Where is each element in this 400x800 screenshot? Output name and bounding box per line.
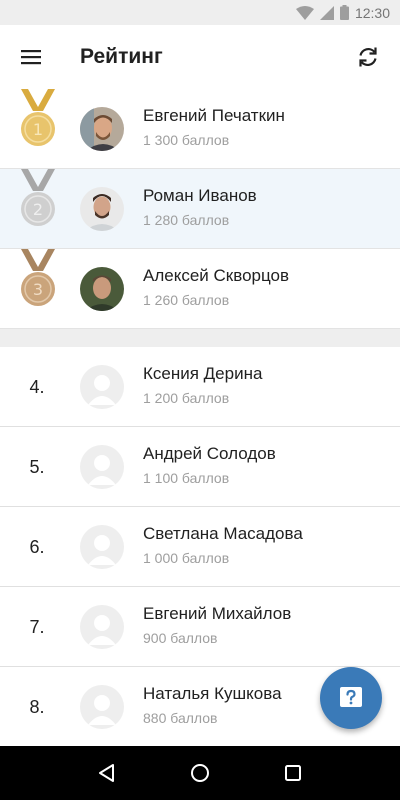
user-name: Андрей Солодов — [143, 444, 276, 463]
svg-text:3: 3 — [33, 280, 43, 299]
home-circle-icon — [190, 764, 209, 782]
user-name: Евгений Михайлов — [143, 604, 292, 623]
cell-signal-icon — [319, 5, 334, 20]
avatar-placeholder — [80, 525, 124, 569]
back-button[interactable] — [83, 749, 131, 797]
wifi-icon — [295, 5, 314, 20]
gold-medal-icon: 1 — [21, 89, 55, 146]
user-score: 1 100 баллов — [143, 470, 230, 486]
bronze-medal-icon: 3 — [21, 249, 55, 306]
help-icon — [340, 687, 362, 707]
status-bar: 12:30 — [0, 0, 400, 25]
user-score: 1 000 баллов — [143, 550, 230, 566]
user-score: 1 280 баллов — [143, 212, 230, 228]
user-name: Светлана Масадова — [143, 524, 303, 543]
page-title: Рейтинг — [80, 45, 163, 68]
recents-button[interactable] — [269, 749, 317, 797]
rank-number: 4. — [29, 376, 45, 397]
user-name: Евгений Печаткин — [143, 106, 285, 125]
rating-list: 1 Евгений Печаткин 1 300 баллов 2 Роман … — [0, 89, 400, 747]
rank-number: 8. — [29, 696, 45, 717]
status-time: 12:30 — [354, 4, 390, 21]
list-item[interactable]: 3 Алексей Скворцов 1 260 баллов — [0, 249, 400, 329]
user-score: 1 200 баллов — [143, 390, 230, 406]
section-divider — [0, 329, 400, 347]
home-button[interactable] — [176, 749, 224, 797]
back-triangle-icon — [98, 764, 114, 782]
list-item[interactable]: 1 Евгений Печаткин 1 300 баллов — [0, 89, 400, 169]
rank-number: 5. — [29, 456, 45, 477]
user-name: Ксения Дерина — [143, 364, 263, 383]
avatar-placeholder — [80, 445, 124, 489]
user-name: Наталья Кушкова — [143, 684, 282, 703]
avatar — [80, 187, 124, 231]
list-item[interactable]: 6. Светлана Масадова 1 000 баллов — [0, 507, 400, 587]
rank-number: 7. — [29, 616, 45, 637]
list-item[interactable]: 2 Роман Иванов 1 280 баллов — [0, 169, 400, 249]
recents-square-icon — [285, 765, 302, 781]
avatar-placeholder — [80, 685, 124, 729]
help-fab-button[interactable] — [320, 667, 382, 729]
refresh-icon — [359, 47, 377, 67]
user-score: 900 баллов — [143, 630, 218, 646]
menu-button[interactable] — [7, 33, 55, 81]
user-score: 880 баллов — [143, 710, 218, 726]
app-bar: Рейтинг — [0, 25, 400, 89]
system-nav-bar — [0, 746, 400, 800]
user-name: Алексей Скворцов — [143, 266, 290, 285]
avatar-placeholder — [80, 365, 124, 409]
refresh-button[interactable] — [344, 33, 392, 81]
rank-number: 6. — [29, 536, 45, 557]
user-score: 1 300 баллов — [143, 132, 230, 148]
svg-text:2: 2 — [33, 200, 43, 219]
list-item[interactable]: 4. Ксения Дерина 1 200 баллов — [0, 347, 400, 427]
battery-icon — [339, 5, 349, 20]
avatar-placeholder — [80, 605, 124, 649]
avatar — [80, 107, 124, 151]
list-item[interactable]: 5. Андрей Солодов 1 100 баллов — [0, 427, 400, 507]
user-score: 1 260 баллов — [143, 292, 230, 308]
avatar — [80, 267, 124, 311]
menu-icon — [21, 50, 41, 65]
list-item[interactable]: 7. Евгений Михайлов 900 баллов — [0, 587, 400, 667]
user-name: Роман Иванов — [143, 186, 257, 205]
svg-text:1: 1 — [33, 120, 43, 139]
silver-medal-icon: 2 — [21, 169, 55, 226]
